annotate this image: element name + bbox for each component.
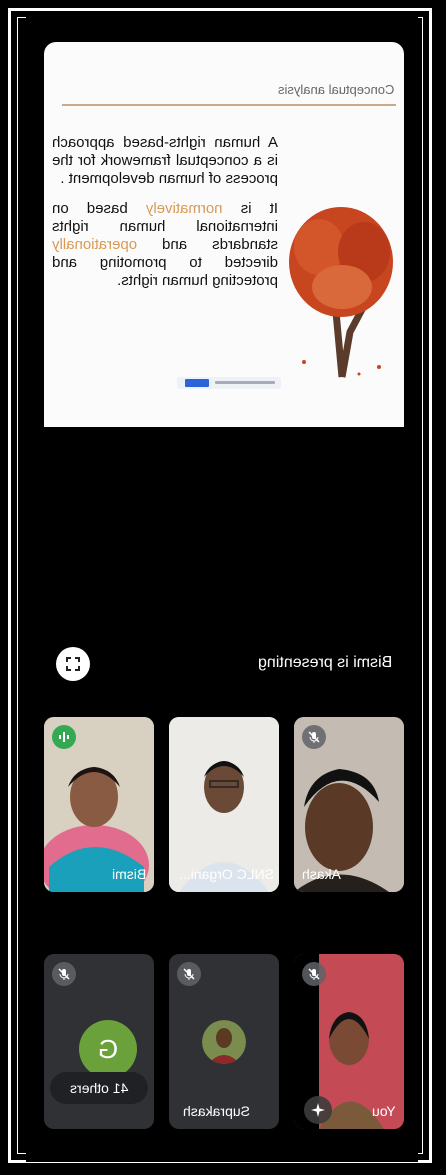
mic-off-icon — [58, 968, 70, 980]
p2-highlight-normatively: normatively — [145, 200, 223, 217]
slide-divider — [62, 104, 396, 106]
participant-tile-akash[interactable]: Akash — [294, 717, 404, 892]
participant-name: Suprakash — [183, 1103, 250, 1119]
avatar: G — [79, 1020, 137, 1078]
footer-blue-mark — [185, 379, 209, 387]
slide-paragraph-2: It is normatively based on international… — [52, 200, 278, 290]
p2-text-a: It is — [222, 200, 278, 217]
mute-indicator — [52, 962, 76, 986]
fullscreen-icon — [66, 657, 80, 671]
slide-paragraph-1: A human rights-based approach is a conce… — [52, 134, 278, 187]
participant-name: Akash — [302, 866, 341, 882]
participant-tile-you[interactable]: You — [294, 954, 404, 1129]
participant-tile-g[interactable]: G 41 others — [44, 954, 154, 1129]
participant-tile-snlc[interactable]: SNLC Organi... — [169, 717, 279, 892]
mic-off-icon — [183, 968, 195, 980]
p2-text-c: directed to promoting and protecting hum… — [52, 254, 278, 289]
slide-body: A human rights-based approach is a conce… — [52, 134, 278, 302]
others-button[interactable]: 41 others — [50, 1072, 148, 1104]
mute-indicator — [177, 962, 201, 986]
tree-illustration — [289, 207, 393, 378]
participant-tile-suprakash[interactable]: Suprakash — [169, 954, 279, 1129]
mute-indicator — [302, 962, 326, 986]
slide-footer-bar — [177, 377, 281, 389]
presentation-tile[interactable]: Conceptual analysis A human rights-based… — [44, 42, 404, 710]
participant-tile-bismi[interactable]: Bismi — [44, 717, 154, 892]
audio-level-icon — [59, 732, 69, 742]
meet-screen: Conceptual analysis A human rights-based… — [26, 14, 418, 1162]
mic-off-icon — [308, 968, 320, 980]
others-label: 41 others — [69, 1080, 129, 1096]
mute-indicator — [302, 725, 326, 749]
footer-gray-mark — [215, 381, 275, 384]
participant-name: Bismi — [111, 866, 146, 882]
speaking-indicator — [52, 725, 76, 749]
sparkle-icon — [311, 1103, 325, 1117]
fullscreen-button[interactable] — [56, 647, 90, 681]
effects-button[interactable] — [304, 1096, 332, 1124]
mic-off-icon — [308, 731, 320, 743]
participant-name: You — [372, 1103, 396, 1119]
slide-title: Conceptual analysis — [277, 82, 394, 97]
presenting-label: Bismi is presenting — [257, 654, 392, 671]
avatar — [202, 1020, 246, 1064]
p2-highlight-operationally: operationally — [52, 236, 138, 253]
slide: Conceptual analysis A human rights-based… — [44, 42, 404, 427]
participant-name: SNLC Organi... — [179, 866, 274, 882]
